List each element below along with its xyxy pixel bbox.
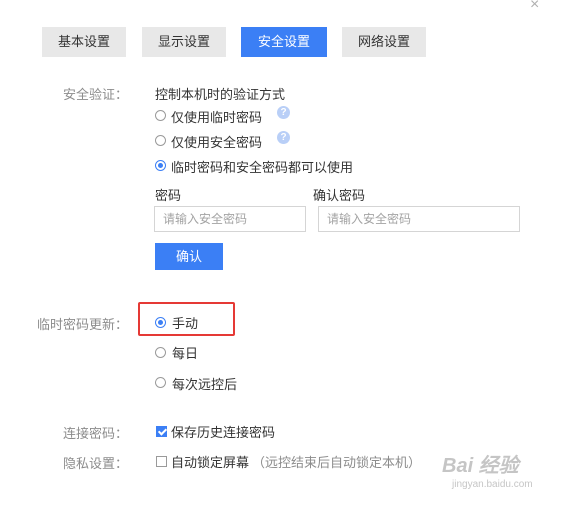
radio-manual-label[interactable]: 手动 — [172, 313, 198, 332]
confirm-password-input[interactable] — [318, 206, 520, 232]
radio-temp-only-label[interactable]: 仅使用临时密码 — [171, 107, 262, 126]
close-icon[interactable]: × — [530, 0, 539, 14]
password-label: 密码 — [155, 188, 182, 203]
radio-after-remote-label[interactable]: 每次远控后 — [172, 374, 237, 393]
auto-lock-checkbox[interactable] — [156, 456, 167, 467]
radio-manual[interactable] — [155, 317, 166, 328]
privacy-label: 隐私设置： — [62, 456, 128, 471]
watermark-url: jingyan.baidu.com — [452, 479, 533, 490]
tab-network[interactable]: 网络设置 — [342, 27, 426, 57]
auto-lock-label[interactable]: 自动锁定屏幕 — [171, 452, 249, 471]
auto-lock-hint: （远控结束后自动锁定本机） — [252, 455, 422, 470]
save-history-checkbox[interactable] — [156, 426, 167, 437]
radio-both-label[interactable]: 临时密码和安全密码都可以使用 — [171, 157, 353, 176]
radio-after-remote[interactable] — [155, 377, 166, 388]
save-history-label[interactable]: 保存历史连接密码 — [171, 422, 275, 441]
radio-secure-only[interactable] — [155, 135, 166, 146]
tab-security[interactable]: 安全设置 — [241, 27, 327, 57]
help-icon[interactable]: ? — [277, 131, 290, 144]
radio-daily[interactable] — [155, 347, 166, 358]
security-label: 安全验证： — [62, 87, 128, 102]
password-input[interactable] — [154, 206, 306, 232]
security-description: 控制本机时的验证方式 — [155, 87, 286, 102]
tab-display[interactable]: 显示设置 — [142, 27, 226, 57]
radio-both[interactable] — [155, 160, 166, 171]
confirm-button[interactable]: 确认 — [155, 243, 223, 270]
radio-daily-label[interactable]: 每日 — [172, 343, 198, 362]
tab-basic[interactable]: 基本设置 — [42, 27, 126, 57]
help-icon[interactable]: ? — [277, 106, 290, 119]
radio-secure-only-label[interactable]: 仅使用安全密码 — [171, 132, 262, 151]
temp-password-label: 临时密码更新： — [36, 317, 128, 332]
radio-temp-only[interactable] — [155, 110, 166, 121]
confirm-password-label: 确认密码 — [313, 188, 366, 203]
connection-label: 连接密码： — [62, 426, 128, 441]
watermark-logo: Bai 经验 — [442, 455, 519, 477]
